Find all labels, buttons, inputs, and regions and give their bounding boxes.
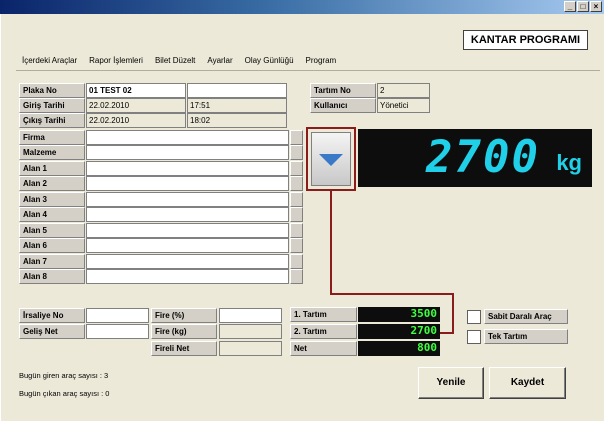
scale-reading: 2700 — [426, 132, 540, 183]
fire-pct-label: Fire (%) — [151, 308, 217, 323]
alan1-lookup-button[interactable] — [290, 161, 303, 176]
menu-item-ayarlar[interactable]: Ayarlar — [201, 56, 238, 65]
giris-label: Giriş Tarihi — [19, 98, 85, 113]
firma-label: Firma — [19, 130, 85, 145]
irsaliye-label: İrsaliye No — [19, 308, 85, 323]
alan2-input[interactable] — [86, 176, 289, 191]
connector-line — [330, 191, 332, 295]
alan4-input[interactable] — [86, 207, 289, 222]
alan6-input[interactable] — [86, 238, 289, 253]
alan1-label: Alan 1 — [19, 161, 85, 176]
maximize-button[interactable]: □ — [577, 1, 589, 12]
fire-pct-input[interactable] — [219, 308, 282, 323]
menu-item-program[interactable]: Program — [300, 56, 343, 65]
net-label: Net — [290, 341, 357, 356]
alan8-label: Alan 8 — [19, 269, 85, 284]
gelis-net-label: Geliş Net — [19, 324, 85, 339]
menu-item-rapor-islemleri[interactable]: Rapor İşlemleri — [83, 56, 149, 65]
connector-line — [440, 332, 454, 334]
scale-unit: kg — [556, 150, 582, 175]
alan5-lookup-button[interactable] — [290, 223, 303, 238]
cikan-count-text: Bugün çıkan araç sayısı : 0 — [19, 389, 110, 398]
alan5-label: Alan 5 — [19, 223, 85, 238]
close-button[interactable]: × — [590, 1, 602, 12]
alan3-lookup-button[interactable] — [290, 192, 303, 207]
firma-lookup-button[interactable] — [290, 130, 303, 145]
menu-divider — [16, 70, 600, 71]
alan8-input[interactable] — [86, 269, 289, 284]
chevron-down-icon — [319, 154, 343, 166]
alan2-label: Alan 2 — [19, 176, 85, 191]
fire-kg-value — [219, 324, 282, 339]
fireli-net-value — [219, 341, 282, 356]
kaydet-button[interactable]: Kaydet — [489, 367, 566, 399]
tek-tartim-checkbox[interactable] — [467, 330, 481, 344]
malzeme-label: Malzeme — [19, 145, 85, 160]
alan8-lookup-button[interactable] — [290, 269, 303, 284]
giris-date: 22.02.2010 — [86, 98, 186, 113]
menu-item-icerdeki-araclar[interactable]: İçerdeki Araçlar — [16, 56, 83, 65]
tartim2-label: 2. Tartım — [290, 324, 357, 339]
alan5-input[interactable] — [86, 223, 289, 238]
tartim2-value: 2700 — [358, 324, 440, 339]
app-title: KANTAR PROGRAMI — [463, 30, 588, 50]
alan2-lookup-button[interactable] — [290, 176, 303, 191]
connector-line — [330, 293, 454, 295]
plaka-input[interactable]: 01 TEST 02 — [86, 83, 186, 98]
connector-line — [452, 293, 454, 334]
kullanici-value: Yönetici — [377, 98, 430, 113]
malzeme-lookup-button[interactable] — [290, 145, 303, 160]
menu-bar: İçerdeki Araçlar Rapor İşlemleri Bilet D… — [16, 52, 600, 68]
menu-item-bilet-duzelt[interactable]: Bilet Düzelt — [149, 56, 201, 65]
alan3-label: Alan 3 — [19, 192, 85, 207]
tek-tartim-label: Tek Tartım — [484, 329, 568, 344]
alan7-input[interactable] — [86, 254, 289, 269]
firma-input[interactable] — [86, 130, 289, 145]
alan6-lookup-button[interactable] — [290, 238, 303, 253]
window-title-bar[interactable] — [0, 0, 604, 14]
malzeme-input[interactable] — [86, 145, 289, 160]
tartim-no-value: 2 — [377, 83, 430, 98]
tartim1-value: 3500 — [358, 307, 440, 322]
giris-time: 17:51 — [187, 98, 287, 113]
alan6-label: Alan 6 — [19, 238, 85, 253]
tartim1-label: 1. Tartım — [290, 307, 357, 322]
fireli-net-label: Fireli Net — [151, 341, 217, 356]
menu-item-olay-gunlugu[interactable]: Olay Günlüğü — [239, 56, 300, 65]
net-value: 800 — [358, 341, 440, 356]
plaka-label: Plaka No — [19, 83, 85, 98]
window-controls: _ □ × — [564, 1, 602, 13]
alan3-input[interactable] — [86, 192, 289, 207]
yenile-button[interactable]: Yenile — [418, 367, 484, 399]
sabit-darali-checkbox[interactable] — [467, 310, 481, 324]
cikis-date: 22.02.2010 — [86, 113, 186, 128]
alan4-label: Alan 4 — [19, 207, 85, 222]
plaka-extra-input[interactable] — [187, 83, 287, 98]
minimize-button[interactable]: _ — [564, 1, 576, 12]
scale-select-inner — [311, 132, 351, 186]
tartim-no-label: Tartım No — [310, 83, 376, 98]
cikis-label: Çıkış Tarihi — [19, 113, 85, 128]
cikis-time: 18:02 — [187, 113, 287, 128]
alan4-lookup-button[interactable] — [290, 207, 303, 222]
alan7-lookup-button[interactable] — [290, 254, 303, 269]
giren-count-text: Bugün giren araç sayısı : 3 — [19, 371, 109, 380]
alan7-label: Alan 7 — [19, 254, 85, 269]
alan1-input[interactable] — [86, 161, 289, 176]
kullanici-label: Kullanıcı — [310, 98, 376, 113]
irsaliye-input[interactable] — [86, 308, 149, 323]
scale-select-button[interactable] — [306, 127, 356, 191]
sabit-darali-label: Sabit Daralı Araç — [484, 309, 568, 324]
scale-display: 2700 kg — [358, 129, 592, 187]
fire-kg-label: Fire (kg) — [151, 324, 217, 339]
gelis-net-input[interactable] — [86, 324, 149, 339]
